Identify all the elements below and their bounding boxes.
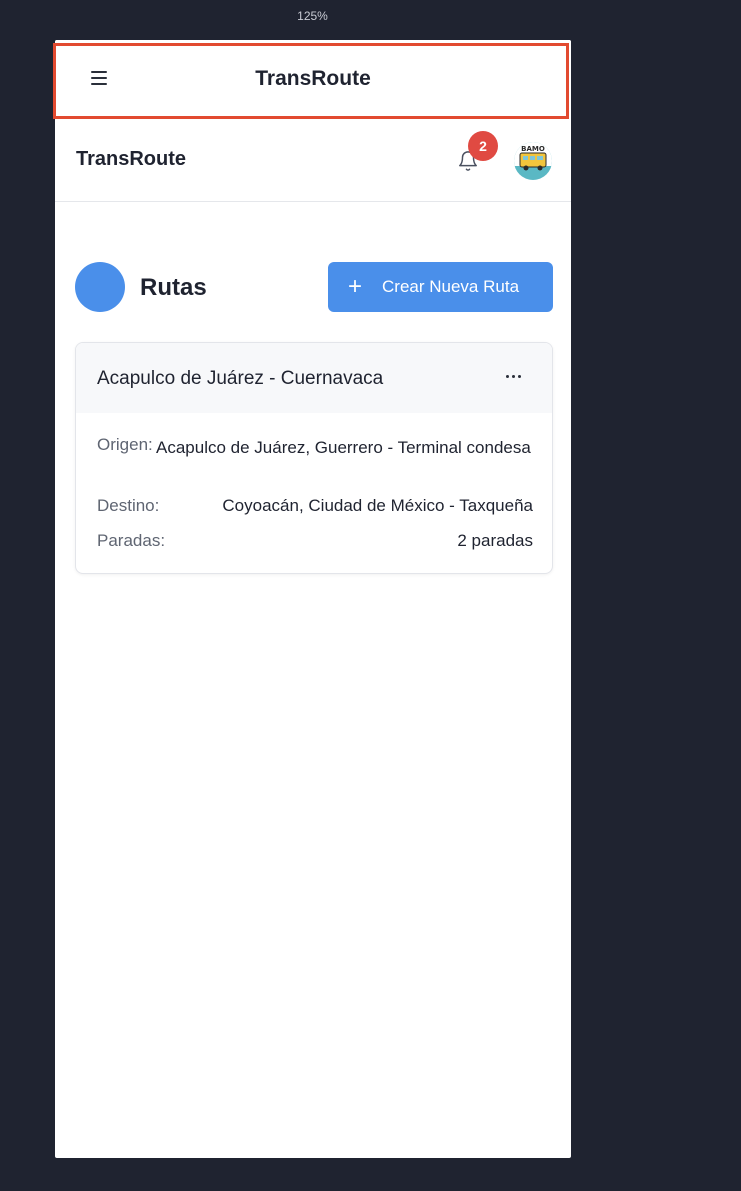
- top-bar-title: TransRoute: [255, 67, 371, 90]
- app-window: TransRoute TransRoute 2 BAMO Rutas + Cre…: [55, 40, 571, 1158]
- more-options-icon[interactable]: [500, 363, 526, 389]
- origin-label: Origen:: [97, 435, 153, 454]
- routes-icon: [75, 262, 125, 312]
- stops-value: 2 paradas: [457, 531, 533, 550]
- route-card-header: Acapulco de Juárez - Cuernavaca: [76, 343, 552, 413]
- top-bar: TransRoute: [55, 40, 571, 118]
- stops-label: Paradas:: [97, 531, 166, 550]
- zoom-level: 125%: [297, 9, 328, 23]
- bamo-logo-icon: BAMO: [514, 142, 552, 180]
- route-title: Acapulco de Juárez - Cuernavaca: [97, 368, 384, 389]
- brand-name[interactable]: TransRoute: [76, 148, 186, 171]
- destination-value: Coyoacán, Ciudad de México - Taxqueña: [222, 496, 533, 515]
- avatar-logo-text: BAMO: [521, 145, 545, 153]
- route-card[interactable]: Acapulco de Juárez - Cuernavaca Origen: …: [75, 342, 553, 574]
- avatar[interactable]: BAMO: [514, 142, 552, 180]
- origin-value: Acapulco de Juárez, Guerrero - Terminal …: [156, 438, 531, 457]
- page-title: Rutas: [140, 274, 207, 301]
- destination-label: Destino:: [97, 496, 160, 515]
- routes-section-header: Rutas + Crear Nueva Ruta: [75, 262, 553, 312]
- plus-icon: +: [348, 273, 363, 300]
- notification-badge: 2: [468, 131, 498, 161]
- app-header: TransRoute 2 BAMO: [55, 118, 571, 202]
- create-route-button[interactable]: + Crear Nueva Ruta: [328, 262, 553, 312]
- create-route-label: Crear Nueva Ruta: [382, 277, 520, 296]
